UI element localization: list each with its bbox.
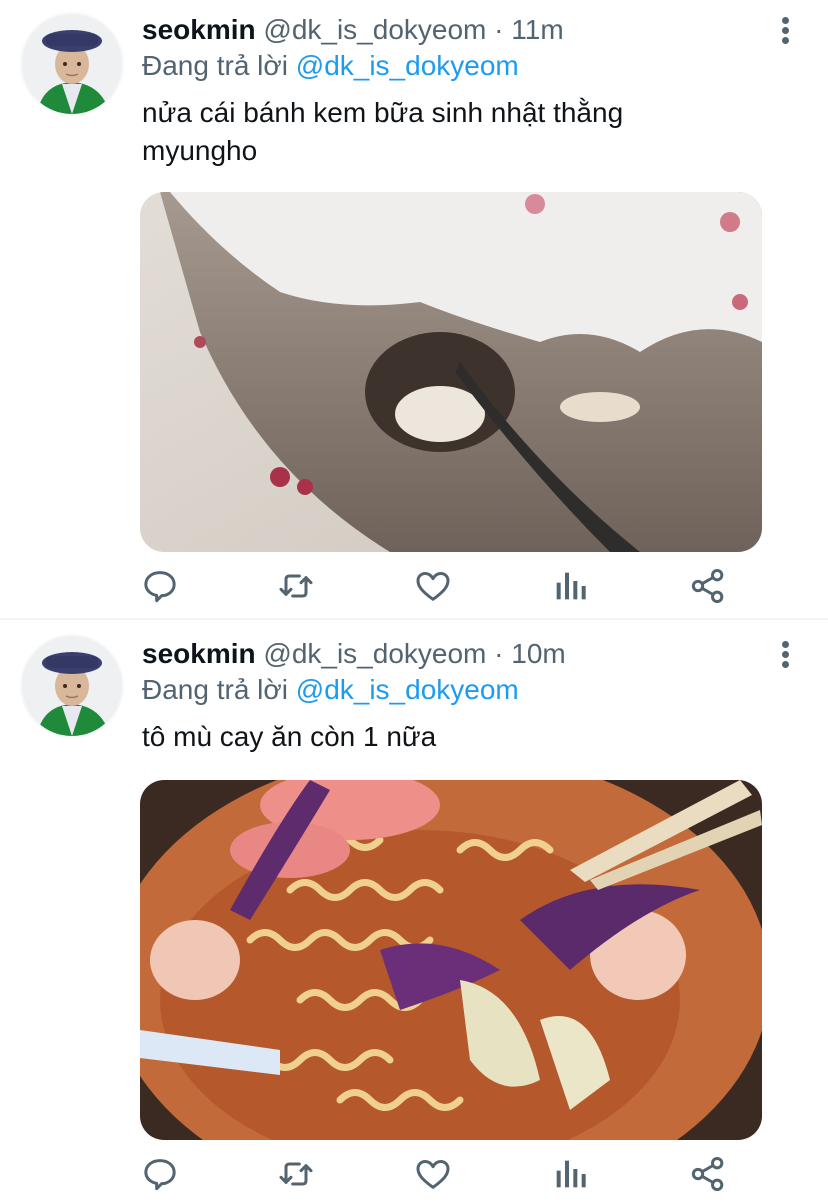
tweet[interactable]: seokmin @dk_is_dokyeom · 10m Đang trả lờ… xyxy=(0,0,828,1204)
like-icon[interactable] xyxy=(413,1154,453,1194)
reply-icon[interactable] xyxy=(140,1154,180,1194)
author-name[interactable]: seokmin xyxy=(142,638,256,669)
tweet-header: seokmin @dk_is_dokyeom · 10m xyxy=(142,636,566,672)
retweet-icon[interactable] xyxy=(276,1154,316,1194)
tweet-actions xyxy=(140,1154,762,1194)
noodle-soup-photo xyxy=(140,780,762,1140)
separator: · xyxy=(494,638,504,669)
author-handle[interactable]: @dk_is_dokyeom xyxy=(263,638,486,669)
analytics-icon[interactable] xyxy=(550,1154,590,1194)
avatar-image xyxy=(22,636,122,736)
tweet-text: tô mù cay ăn còn 1 nữa xyxy=(142,721,437,752)
tweet-photo[interactable] xyxy=(140,780,762,1140)
replying-prefix: Đang trả lời xyxy=(142,674,288,705)
replying-to: Đang trả lời @dk_is_dokyeom xyxy=(142,672,519,708)
avatar[interactable] xyxy=(20,634,124,738)
mention-link[interactable]: @dk_is_dokyeom xyxy=(296,674,519,705)
more-options-icon[interactable] xyxy=(776,636,796,672)
share-icon[interactable] xyxy=(688,1154,728,1194)
timestamp[interactable]: 10m xyxy=(511,638,565,669)
